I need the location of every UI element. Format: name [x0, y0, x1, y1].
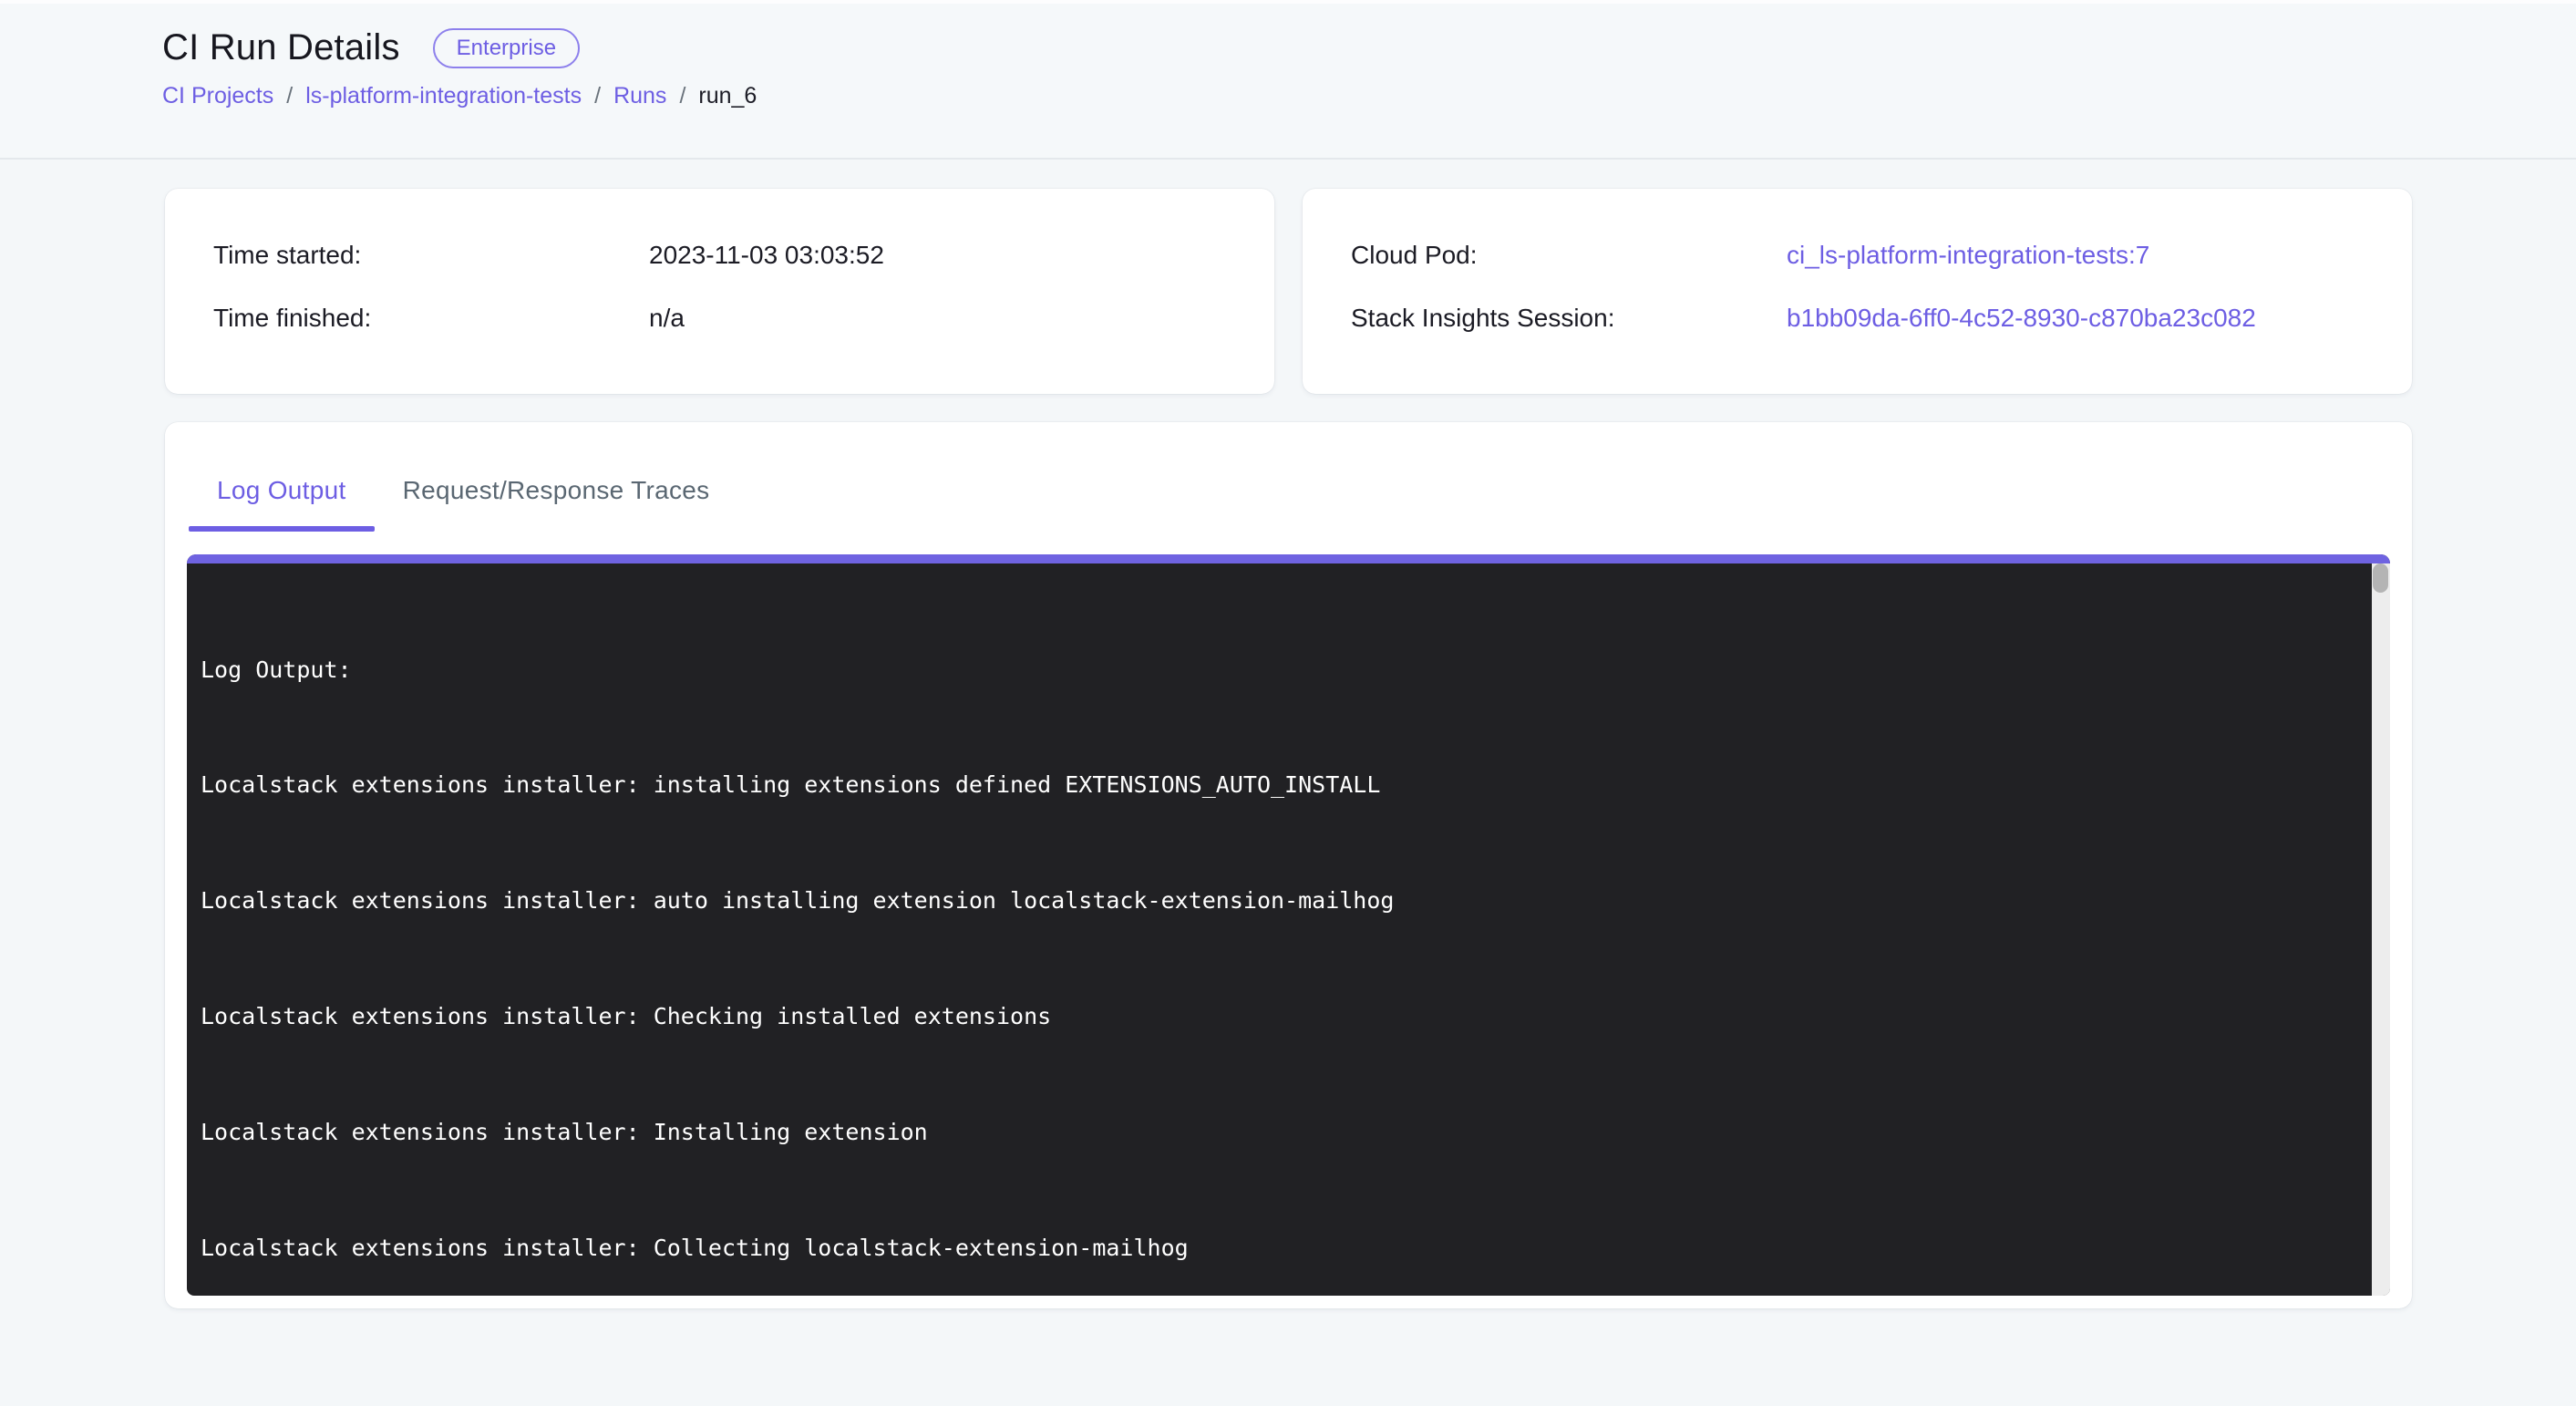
time-finished-row: Time finished: n/a: [213, 303, 1274, 333]
log-line: Localstack extensions installer: install…: [201, 766, 2335, 804]
console-accent-bar: [187, 554, 2390, 563]
log-output-text: Log Output: Localstack extensions instal…: [187, 563, 2390, 1286]
time-info-card: Time started: 2023-11-03 03:03:52 Time f…: [165, 189, 1274, 394]
log-line: Localstack extensions installer: auto in…: [201, 882, 2335, 920]
breadcrumb-separator: /: [679, 83, 685, 109]
breadcrumb-separator: /: [286, 83, 293, 109]
page-content: Time started: 2023-11-03 03:03:52 Time f…: [0, 160, 2576, 1308]
log-line: Localstack extensions installer: Checkin…: [201, 998, 2335, 1036]
tab-log-output[interactable]: Log Output: [189, 450, 375, 532]
breadcrumb-runs[interactable]: Runs: [613, 83, 666, 109]
cloud-pod-row: Cloud Pod: ci_ls-platform-integration-te…: [1351, 240, 2412, 270]
time-finished-value: n/a: [649, 303, 685, 333]
breadcrumb-separator: /: [594, 83, 601, 109]
page-title: CI Run Details: [162, 27, 400, 68]
stack-insights-session-label: Stack Insights Session:: [1351, 303, 1787, 333]
run-output-card: Log Output Request/Response Traces Log O…: [165, 422, 2412, 1308]
tab-bar: Log Output Request/Response Traces: [187, 422, 2390, 532]
page-header: CI Run Details Enterprise CI Projects / …: [0, 4, 2576, 160]
breadcrumb-ci-projects[interactable]: CI Projects: [162, 83, 273, 109]
cloud-pod-link[interactable]: ci_ls-platform-integration-tests:7: [1787, 240, 2149, 270]
breadcrumb-current-run: run_6: [698, 83, 757, 109]
tab-request-response-traces[interactable]: Request/Response Traces: [375, 450, 738, 532]
time-started-label: Time started:: [213, 240, 649, 270]
log-line: Localstack extensions installer: Collect…: [201, 1229, 2335, 1267]
enterprise-badge: Enterprise: [433, 28, 580, 68]
log-line: Localstack extensions installer: Install…: [201, 1113, 2335, 1152]
time-finished-label: Time finished:: [213, 303, 649, 333]
stack-insights-session-row: Stack Insights Session: b1bb09da-6ff0-4c…: [1351, 303, 2412, 333]
log-line: Log Output:: [201, 651, 2335, 689]
stack-insights-session-link[interactable]: b1bb09da-6ff0-4c52-8930-c870ba23c082: [1787, 303, 2256, 333]
log-console[interactable]: Log Output: Localstack extensions instal…: [187, 554, 2390, 1296]
links-info-card: Cloud Pod: ci_ls-platform-integration-te…: [1303, 189, 2412, 394]
breadcrumb: CI Projects / ls-platform-integration-te…: [162, 83, 2576, 109]
log-scrollbar-track[interactable]: [2372, 563, 2390, 1296]
cloud-pod-label: Cloud Pod:: [1351, 240, 1787, 270]
log-scrollbar-thumb[interactable]: [2373, 563, 2388, 593]
breadcrumb-project[interactable]: ls-platform-integration-tests: [305, 83, 582, 109]
time-started-row: Time started: 2023-11-03 03:03:52: [213, 240, 1274, 270]
time-started-value: 2023-11-03 03:03:52: [649, 240, 884, 270]
